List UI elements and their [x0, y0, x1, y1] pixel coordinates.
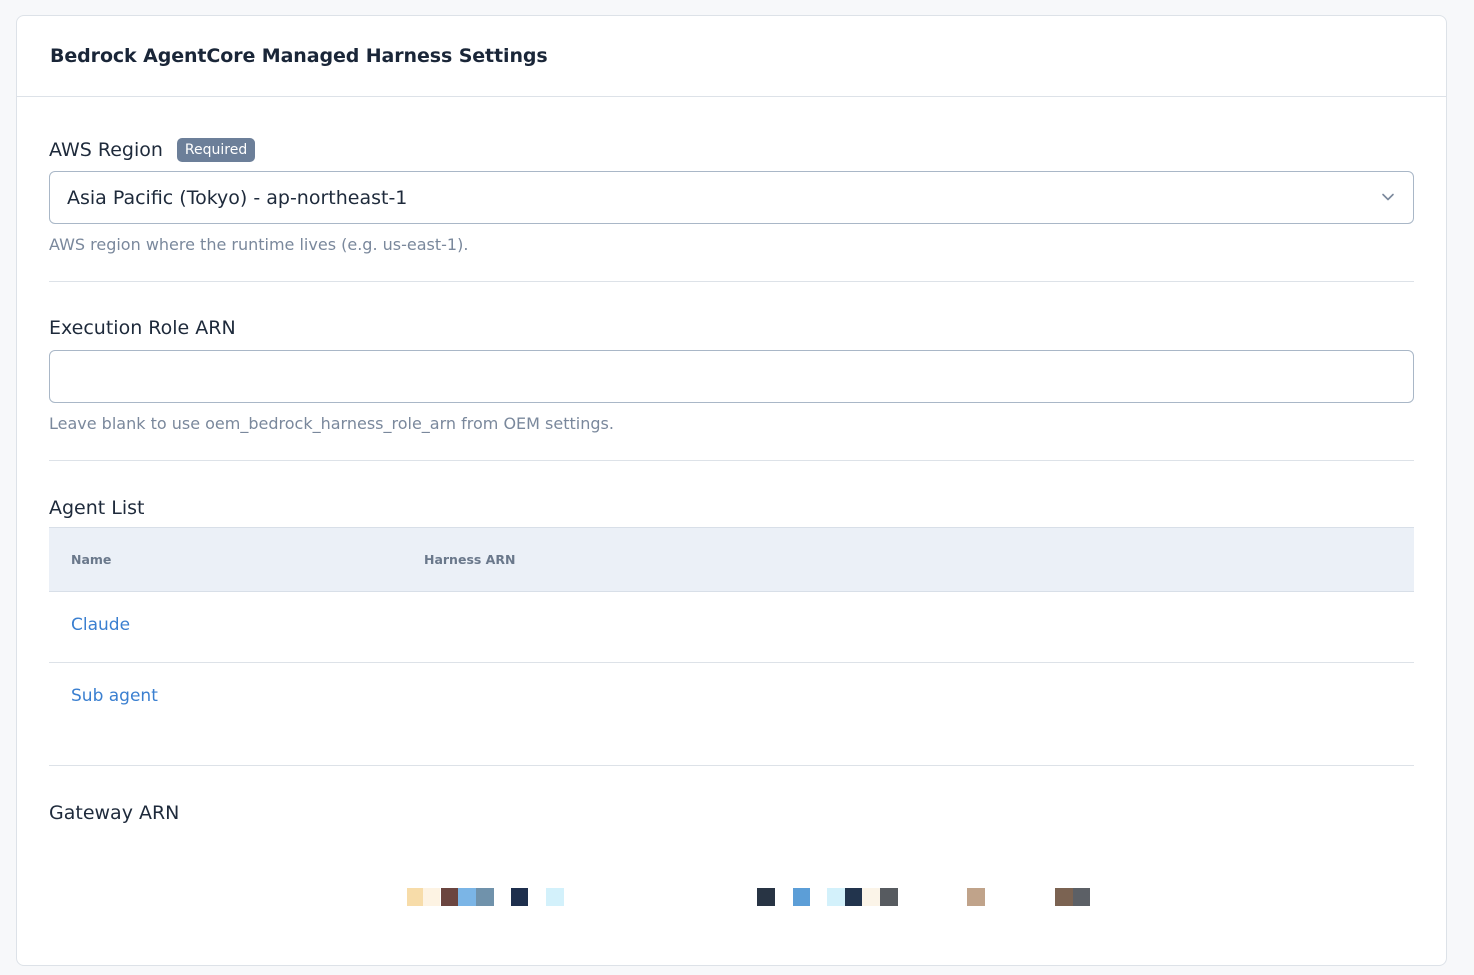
region-label: AWS Region [49, 139, 163, 161]
redacted-block [1073, 888, 1090, 906]
redacted-block [880, 888, 898, 906]
redacted-block [827, 888, 845, 906]
redacted-block [1055, 888, 1073, 906]
redacted-block [511, 888, 528, 906]
gateway-label-row: Gateway ARN [49, 802, 1414, 824]
table-header: Name Harness ARN [49, 527, 1414, 592]
agents-label: Agent List [49, 497, 145, 519]
redacted-block [967, 888, 985, 906]
redacted-block [423, 888, 440, 906]
redacted-block [845, 888, 862, 906]
divider [49, 765, 1414, 766]
settings-panel: Bedrock AgentCore Managed Harness Settin… [16, 15, 1447, 966]
divider [49, 281, 1414, 282]
region-select[interactable]: Asia Pacific (Tokyo) - ap-northeast-1 [49, 171, 1414, 224]
redacted-block [441, 888, 458, 906]
panel-header: Bedrock AgentCore Managed Harness Settin… [17, 16, 1446, 97]
table-row: Claude [49, 592, 1414, 663]
chevron-down-icon [1382, 193, 1394, 201]
role-help-text: Leave blank to use oem_bedrock_harness_r… [49, 414, 614, 433]
agents-label-row: Agent List [49, 497, 1414, 519]
role-arn-input[interactable] [49, 350, 1414, 403]
column-header-name: Name [71, 552, 112, 567]
agents-table: Name Harness ARN Claude Sub agent [49, 527, 1414, 734]
required-badge: Required [176, 138, 256, 162]
redacted-block [458, 888, 476, 906]
divider [49, 460, 1414, 461]
column-header-harness-arn: Harness ARN [424, 552, 516, 567]
redacted-block [476, 888, 494, 906]
redacted-block [546, 888, 564, 906]
region-help-text: AWS region where the runtime lives (e.g.… [49, 235, 469, 254]
role-label: Execution Role ARN [49, 317, 236, 339]
redacted-block [862, 888, 880, 906]
panel-title: Bedrock AgentCore Managed Harness Settin… [50, 45, 548, 67]
gateway-label: Gateway ARN [49, 802, 180, 824]
agent-link-sub-agent[interactable]: Sub agent [71, 686, 158, 706]
table-row: Sub agent [49, 663, 1414, 734]
region-select-value: Asia Pacific (Tokyo) - ap-northeast-1 [67, 186, 408, 209]
panel-body: AWS Region Required Asia Pacific (Tokyo)… [17, 138, 1446, 824]
role-input-wrapper [49, 350, 1414, 403]
redacted-block [793, 888, 810, 906]
role-label-row: Execution Role ARN [49, 317, 1414, 339]
redacted-block [407, 888, 423, 906]
agent-link-claude[interactable]: Claude [71, 615, 130, 635]
redacted-block [757, 888, 775, 906]
region-label-row: AWS Region Required [49, 138, 1414, 162]
